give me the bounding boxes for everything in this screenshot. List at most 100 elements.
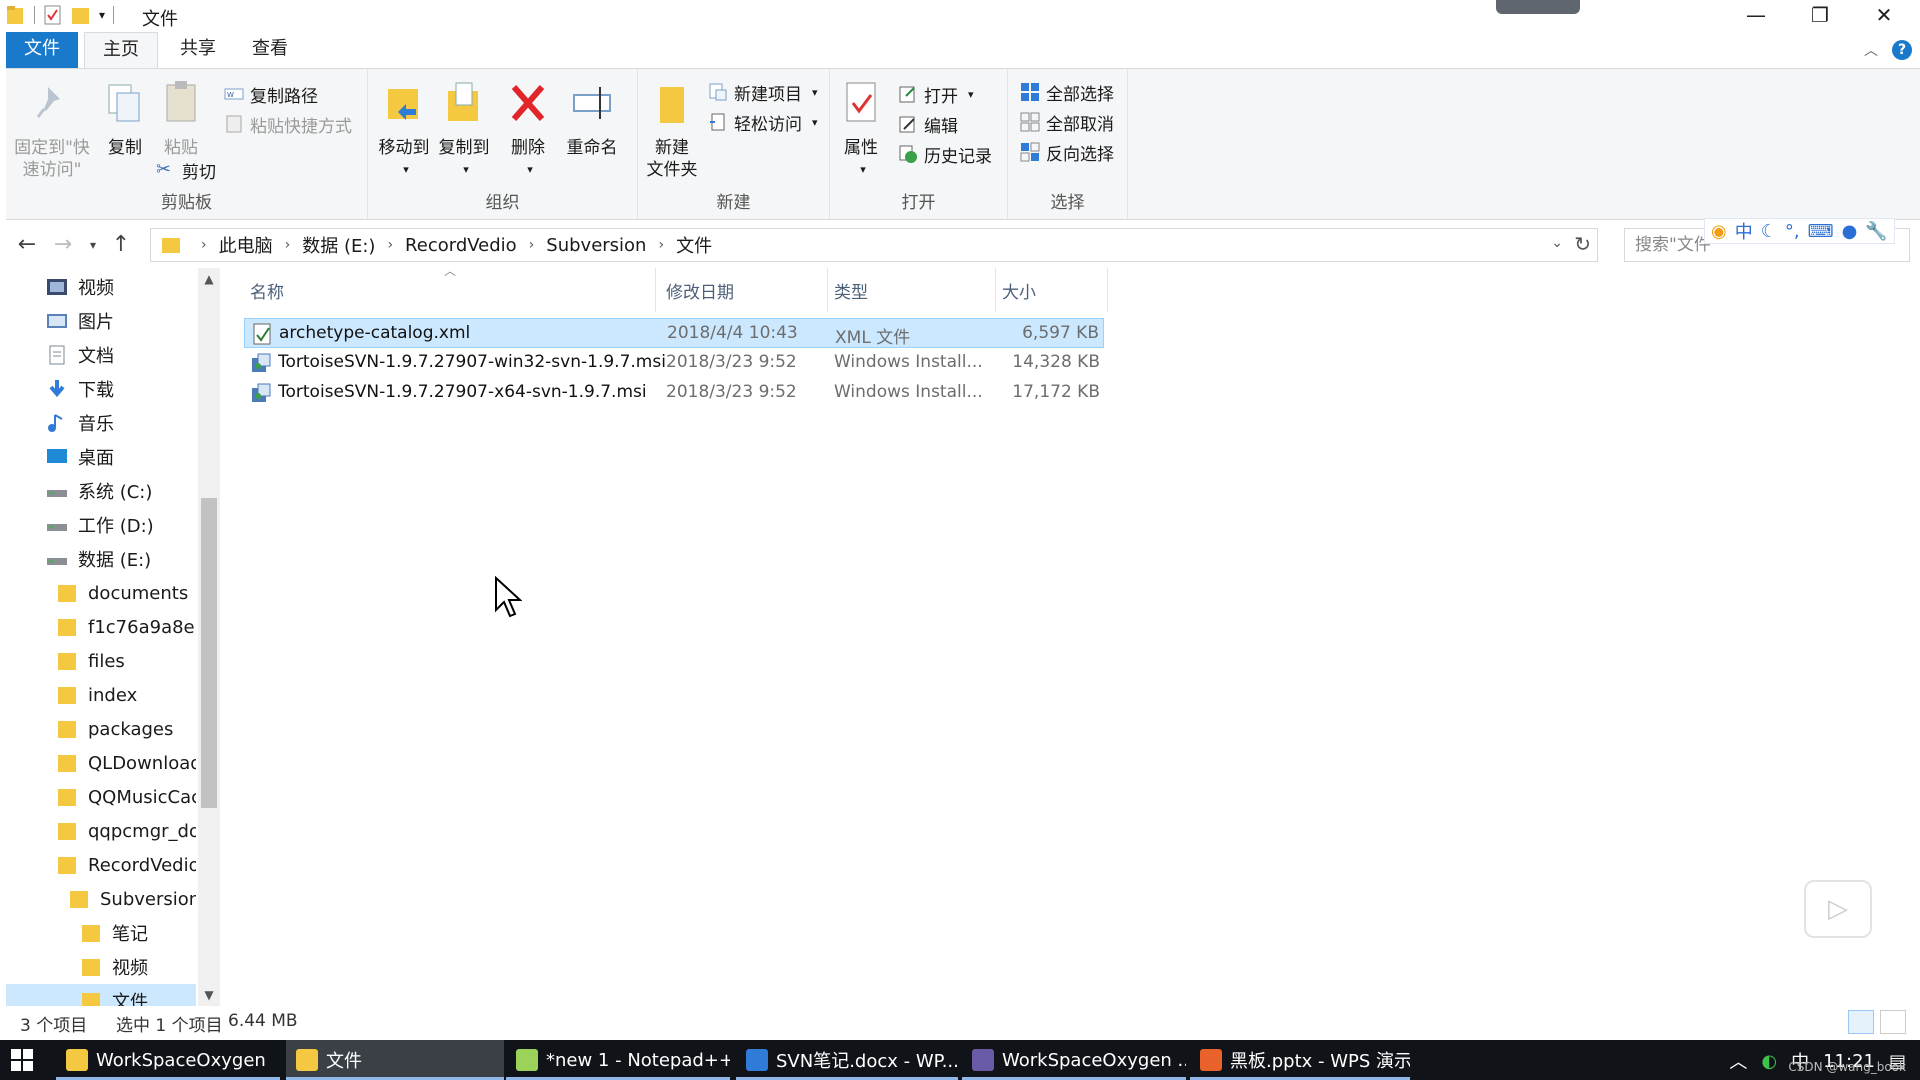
taskbar-item[interactable]: *new 1 - Notepad++ xyxy=(506,1040,730,1080)
open-button[interactable]: 打开 ▾ xyxy=(898,81,974,107)
nav-item[interactable]: QLDownload xyxy=(6,746,196,780)
taskbar-item[interactable]: SVN笔记.docx - WP... xyxy=(736,1040,958,1080)
breadcrumb-chevron-icon[interactable]: › xyxy=(201,237,207,253)
tab-share[interactable]: 共享 xyxy=(166,32,230,68)
address-dropdown-icon[interactable]: ⌄ xyxy=(1551,235,1563,251)
windows-start-icon[interactable] xyxy=(10,1048,34,1072)
nav-item[interactable]: 数据 (E:) xyxy=(6,542,196,576)
ime-logo-icon[interactable]: ◉ xyxy=(1711,221,1727,242)
breadcrumb-drive-e[interactable]: 数据 (E:) xyxy=(302,232,375,258)
ime-toolbar[interactable]: ◉ 中 ☾ °, ⌨ ● 🔧 xyxy=(1704,218,1895,244)
breadcrumb-chevron-icon[interactable]: › xyxy=(285,237,291,253)
back-button[interactable]: ← xyxy=(12,230,42,260)
breadcrumb-subversion[interactable]: Subversion xyxy=(546,235,646,256)
taskbar-item[interactable]: 黑板.pptx - WPS 演示 xyxy=(1190,1040,1410,1080)
help-icon[interactable]: ? xyxy=(1892,40,1912,60)
new-folder-icon[interactable] xyxy=(71,4,91,26)
breadcrumb-chevron-icon[interactable]: › xyxy=(658,237,664,253)
up-button[interactable]: ↑ xyxy=(106,230,136,260)
collapse-ribbon-icon[interactable]: ︿ xyxy=(1864,40,1878,60)
new-item-button[interactable]: 新建项目 ▾ xyxy=(708,79,818,105)
edit-button[interactable]: 编辑 xyxy=(898,111,958,137)
nav-item[interactable]: QQMusicCache xyxy=(6,780,196,814)
minimize-button[interactable]: — xyxy=(1726,0,1786,30)
nav-item[interactable]: 工作 (D:) xyxy=(6,508,196,542)
cut-button[interactable]: ✂ 剪切 xyxy=(156,157,216,183)
large-icons-view-icon[interactable] xyxy=(1880,1010,1906,1034)
properties-button[interactable]: 属性 ▾ xyxy=(836,79,886,181)
nav-item[interactable]: f1c76a9a8eb8 xyxy=(6,610,196,644)
nav-item[interactable]: Subversion xyxy=(6,882,196,916)
wrench-icon[interactable]: 🔧 xyxy=(1865,221,1887,242)
nav-item[interactable]: files xyxy=(6,644,196,678)
tab-view[interactable]: 查看 xyxy=(238,32,302,68)
details-view-icon[interactable] xyxy=(1848,1010,1874,1034)
nav-item[interactable]: 音乐 xyxy=(6,406,196,440)
forward-button[interactable]: → xyxy=(48,230,78,260)
column-header-date[interactable]: 修改日期 xyxy=(660,268,828,312)
rename-button[interactable]: 重命名 xyxy=(560,79,624,159)
taskbar-item[interactable]: WorkSpaceOxygen xyxy=(56,1040,280,1080)
copy-to-button[interactable]: 复制到 ▾ xyxy=(436,79,492,181)
copy-button[interactable]: 复制 xyxy=(100,79,150,159)
tab-file[interactable]: 文件 xyxy=(6,32,78,68)
column-header-size[interactable]: 大小 xyxy=(996,268,1108,312)
keyboard-icon[interactable]: ⌨ xyxy=(1808,221,1834,242)
breadcrumb-recordvedio[interactable]: RecordVedio xyxy=(405,235,517,256)
paste-shortcut-button[interactable]: 粘贴快捷方式 xyxy=(224,111,352,137)
taskbar-item[interactable]: 文件 xyxy=(286,1040,504,1080)
nav-item[interactable]: 图片 xyxy=(6,304,196,338)
column-header-type[interactable]: 类型 xyxy=(828,268,996,312)
paste-button[interactable]: 粘贴 xyxy=(156,79,206,159)
screen-recorder-handle[interactable] xyxy=(1496,0,1580,14)
qat-dropdown-icon[interactable]: ▾ xyxy=(99,8,105,22)
copy-path-button[interactable]: W 复制路径 xyxy=(224,81,318,107)
nav-item[interactable]: index xyxy=(6,678,196,712)
address-bar[interactable]: › 此电脑 › 数据 (E:) › RecordVedio › Subversion ›… xyxy=(150,228,1598,262)
column-header-name[interactable]: 名称 xyxy=(244,268,656,312)
close-button[interactable]: ✕ xyxy=(1854,0,1914,30)
tab-home[interactable]: 主页 xyxy=(84,32,158,68)
recent-locations-icon[interactable]: ▾ xyxy=(78,230,108,260)
breadcrumb-current[interactable]: 文件 xyxy=(676,232,712,258)
nav-item[interactable]: 笔记 xyxy=(6,916,196,950)
easy-access-button[interactable]: 轻松访问 ▾ xyxy=(708,109,818,135)
moon-icon[interactable]: ☾ xyxy=(1761,221,1777,242)
punctuation-icon[interactable]: °, xyxy=(1785,221,1800,242)
breadcrumb-chevron-icon[interactable]: › xyxy=(387,237,393,253)
nav-item[interactable]: packages xyxy=(6,712,196,746)
ime-mode-label[interactable]: 中 xyxy=(1735,218,1753,244)
select-all-button[interactable]: 全部选择 xyxy=(1020,79,1114,105)
invert-selection-button[interactable]: 反向选择 xyxy=(1020,139,1114,165)
new-folder-button[interactable]: 新建 文件夹 xyxy=(642,79,702,181)
properties-icon[interactable] xyxy=(43,4,63,26)
nav-item[interactable]: 下载 xyxy=(6,372,196,406)
scroll-down-icon[interactable]: ▼ xyxy=(198,984,220,1006)
show-hidden-icons-icon[interactable]: ︿ xyxy=(1729,1048,1747,1074)
restore-button[interactable]: ❐ xyxy=(1790,0,1850,30)
nav-item[interactable]: 系统 (C:) xyxy=(6,474,196,508)
nav-item[interactable]: documents xyxy=(6,576,196,610)
nav-item[interactable]: 桌面 xyxy=(6,440,196,474)
nav-item[interactable]: 文档 xyxy=(6,338,196,372)
refresh-icon[interactable]: ↻ xyxy=(1574,232,1591,256)
video-play-icon[interactable]: ▷ xyxy=(1804,880,1872,938)
history-button[interactable]: 历史记录 xyxy=(898,141,992,167)
network-icon[interactable]: ◐ xyxy=(1761,1051,1777,1072)
breadcrumb-this-pc[interactable]: 此电脑 xyxy=(219,232,273,258)
nav-item[interactable]: qqpcmgr_doc xyxy=(6,814,196,848)
file-row[interactable]: archetype-catalog.xml 2018/4/4 10:43 XML 文… xyxy=(244,318,1104,348)
file-row[interactable]: TortoiseSVN-1.9.7.27907-x64-svn-1.9.7.ms… xyxy=(244,378,1104,408)
nav-scrollbar[interactable]: ▲ ▼ xyxy=(198,268,220,1006)
scroll-up-icon[interactable]: ▲ xyxy=(198,268,220,290)
pin-quick-access-button[interactable]: 固定到"快 速访问" xyxy=(8,79,96,181)
delete-button[interactable]: 删除 ▾ xyxy=(504,79,552,181)
nav-item[interactable]: RecordVedio xyxy=(6,848,196,882)
user-icon[interactable]: ● xyxy=(1842,221,1858,242)
select-none-button[interactable]: 全部取消 xyxy=(1020,109,1114,135)
scrollbar-thumb[interactable] xyxy=(201,498,217,808)
nav-item[interactable]: 视频 xyxy=(6,270,196,304)
taskbar-item[interactable]: WorkSpaceOxygen ... xyxy=(962,1040,1186,1080)
file-row[interactable]: TortoiseSVN-1.9.7.27907-win32-svn-1.9.7.… xyxy=(244,348,1104,378)
nav-item[interactable]: 视频 xyxy=(6,950,196,984)
